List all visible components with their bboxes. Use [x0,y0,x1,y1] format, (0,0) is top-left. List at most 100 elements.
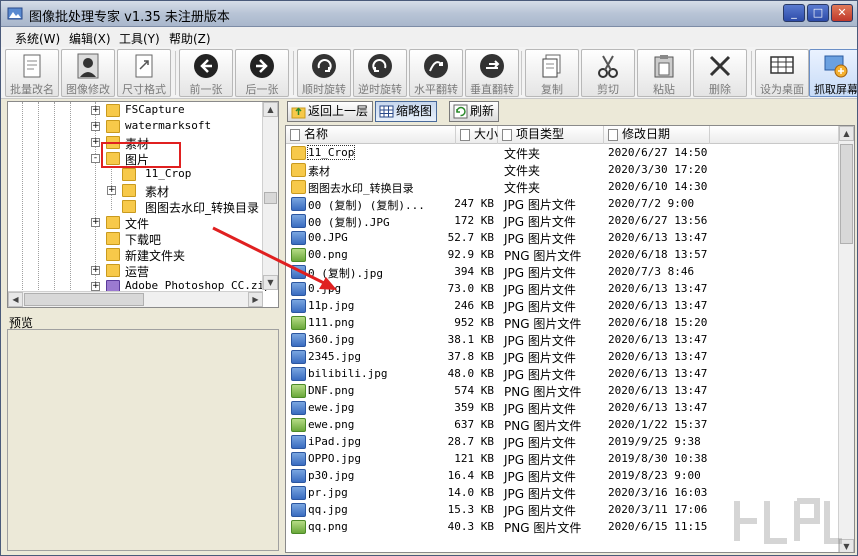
file-row[interactable]: 0 (复制).jpg 394 KB JPG 图片文件 2020/7/3 8:46 [286,264,838,281]
maximize-button[interactable]: □ [807,4,829,22]
folder-up-icon [291,107,306,119]
expand-toggle[interactable]: + [91,122,100,131]
go-up-button[interactable]: 返回上一层 [287,101,374,122]
file-name: qq.png [308,520,348,533]
rotate-ccw-icon [368,54,392,78]
window-title: 图像批处理专家 v1.35 未注册版本 [29,10,230,25]
jpg-file-icon [291,401,306,415]
set-as-desktop-button[interactable]: 设为桌面 [755,49,809,97]
menu-tools[interactable]: 工具(Y) [119,30,160,47]
tree-item[interactable]: 图图去水印_转换目录 [8,199,263,215]
expand-toggle[interactable]: + [91,282,100,291]
file-row[interactable]: ewe.png 637 KB PNG 图片文件 2020/1/22 15:37 [286,417,838,434]
scroll-down-icon[interactable]: ▼ [263,275,278,290]
cut-button[interactable]: 剪切 [581,49,635,97]
file-list-vertical-scrollbar[interactable]: ▲ ▼ [838,126,854,552]
size-format-button[interactable]: 尺寸格式 [117,49,171,97]
expand-toggle[interactable]: + [91,218,100,227]
tree-item[interactable]: 新建文件夹 [8,247,263,263]
folder-icon [106,264,120,277]
file-row[interactable]: 0.jpg 73.0 KB JPG 图片文件 2020/6/13 13:47 [286,281,838,298]
previous-image-button[interactable]: 前一张 [179,49,233,97]
collapse-toggle[interactable]: - [91,154,100,163]
column-header-type[interactable]: 项目类型 [498,126,604,144]
rotate-counterclockwise-button[interactable]: 逆时旋转 [353,49,407,97]
jpg-file-icon [291,350,306,364]
file-pane-toolbar: 返回上一层 缩略图 刷新 [285,99,855,125]
file-row[interactable]: p30.jpg 16.4 KB JPG 图片文件 2019/8/23 9:00 [286,468,838,485]
folder-tree[interactable]: + FSCapture + watermarksoft + 素材 - 图片 11… [7,101,279,308]
tree-item[interactable]: + 文件 [8,215,263,231]
png-file-icon [291,520,306,534]
file-row[interactable]: iPad.jpg 28.7 KB JPG 图片文件 2019/9/25 9:38 [286,434,838,451]
file-row[interactable]: bilibili.jpg 48.0 KB JPG 图片文件 2020/6/13 13:… [286,366,838,383]
scroll-thumb[interactable] [24,293,144,306]
close-button[interactable]: ✕ [831,4,853,22]
file-row[interactable]: 360.jpg 38.1 KB JPG 图片文件 2020/6/13 13:47 [286,332,838,349]
menu-edit[interactable]: 编辑(X) [69,30,111,47]
delete-button[interactable]: 删除 [693,49,747,97]
flip-vertical-button[interactable]: 垂直翻转 [465,49,519,97]
arrow-right-icon [250,54,274,78]
scroll-up-icon[interactable]: ▲ [839,126,854,141]
tree-item[interactable]: + watermarksoft [8,119,263,135]
menu-system[interactable]: 系统(W) [15,30,60,47]
file-size: 246 KB [454,299,494,312]
next-image-button[interactable]: 后一张 [235,49,289,97]
refresh-button[interactable]: 刷新 [449,101,500,122]
scroll-left-icon[interactable]: ◀ [8,292,23,307]
tree-item[interactable]: 11_Crop [8,167,263,183]
file-row[interactable]: ewe.jpg 359 KB JPG 图片文件 2020/6/13 13:47 [286,400,838,417]
capture-screen-button[interactable]: 抓取屏幕 [809,49,857,97]
file-type: 文件夹 [504,147,541,161]
tree-item-label: 运营 [125,265,150,279]
folder-icon [122,200,136,213]
flip-horizontal-button[interactable]: 水平翻转 [409,49,463,97]
tree-item[interactable]: + FSCapture [8,103,263,119]
file-row[interactable]: OPPO.jpg 121 KB JPG 图片文件 2019/8/30 10:38 [286,451,838,468]
resize-doc-icon [135,54,153,78]
tree-item[interactable]: + 运营 [8,263,263,279]
file-name: ewe.jpg [308,401,355,414]
batch-rename-button[interactable]: 批量改名 [5,49,59,97]
expand-toggle[interactable]: + [91,106,100,115]
file-row[interactable]: 11p.jpg 246 KB JPG 图片文件 2020/6/13 13:47 [286,298,838,315]
thumbnail-view-button[interactable]: 缩略图 [375,101,438,122]
file-row[interactable]: 111.png 952 KB PNG 图片文件 2020/6/18 15:20 [286,315,838,332]
file-list[interactable]: 名称 大小 项目类型 修改日期 11_Crop 文件夹 2020/6/27 14:5… [285,125,855,553]
scroll-up-icon[interactable]: ▲ [263,102,278,117]
expand-toggle[interactable]: + [91,138,100,147]
tree-item[interactable]: + 素材 [8,183,263,199]
file-row[interactable]: 2345.jpg 37.8 KB JPG 图片文件 2020/6/13 13:47 [286,349,838,366]
file-row[interactable]: 00.JPG 52.7 KB JPG 图片文件 2020/6/13 13:47 [286,230,838,247]
scroll-thumb[interactable] [840,144,853,244]
file-size: 37.8 KB [447,350,494,363]
column-header-date[interactable]: 修改日期 [604,126,710,144]
tree-vertical-scrollbar[interactable]: ▲ ▼ [262,102,278,290]
paste-button[interactable]: 粘贴 [637,49,691,97]
menu-help[interactable]: 帮助(Z) [169,30,211,47]
file-row[interactable]: 00.png 92.9 KB PNG 图片文件 2020/6/18 13:57 [286,247,838,264]
column-header-size[interactable]: 大小 [456,126,498,144]
expand-toggle[interactable]: + [91,266,100,275]
file-row[interactable]: 00 (复制).JPG 172 KB JPG 图片文件 2020/6/27 13:56 [286,213,838,230]
file-row[interactable]: 素材 文件夹 2020/3/30 17:20 [286,162,838,179]
flip-horizontal-icon [424,54,448,78]
jpg-file-icon [291,197,306,211]
png-file-icon [291,248,306,262]
column-header-name[interactable]: 名称 [286,126,456,144]
file-row[interactable]: 11_Crop 文件夹 2020/6/27 14:50 [286,145,838,162]
copy-button[interactable]: 复制 [525,49,579,97]
rotate-clockwise-button[interactable]: 顺时旋转 [297,49,351,97]
scroll-right-icon[interactable]: ▶ [248,292,263,307]
tree-item[interactable]: 下载吧 [8,231,263,247]
file-row[interactable]: 图图去水印_转换目录 文件夹 2020/6/10 14:30 [286,179,838,196]
expand-toggle[interactable]: + [107,186,116,195]
file-row[interactable]: DNF.png 574 KB PNG 图片文件 2020/6/13 13:47 [286,383,838,400]
tree-horizontal-scrollbar[interactable]: ◀ ▶ [8,291,263,307]
portrait-icon [77,53,99,79]
file-row[interactable]: 00 (复制) (复制)... 247 KB JPG 图片文件 2020/7/2 9:… [286,196,838,213]
scroll-thumb[interactable] [264,192,277,204]
minimize-button[interactable]: _ [783,4,805,22]
image-edit-button[interactable]: 图像修改 [61,49,115,97]
